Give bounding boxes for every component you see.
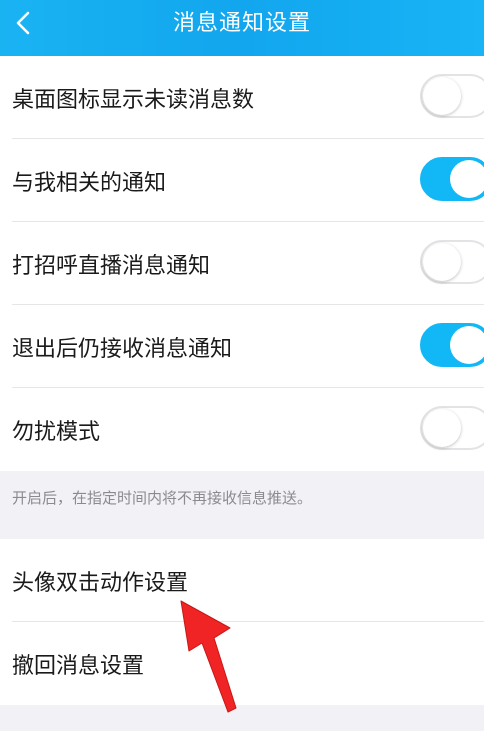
greeting-live-toggle[interactable] xyxy=(420,240,484,284)
setting-row-recall-message[interactable]: 撤回消息设置 xyxy=(0,622,484,705)
other-settings-group: 头像双击动作设置 撤回消息设置 xyxy=(0,539,484,705)
dnd-hint-text: 开启后，在指定时间内将不再接收信息推送。 xyxy=(12,489,313,507)
setting-row-do-not-disturb: 勿扰模式 xyxy=(0,388,484,471)
notification-settings-group: 桌面图标显示未读消息数 与我相关的通知 打招呼直播消息通知 退出后仍接收消息通知… xyxy=(0,56,484,471)
toggle-knob xyxy=(423,243,461,281)
top-bar: 消息通知设置 xyxy=(0,0,484,56)
setting-label: 打招呼直播消息通知 xyxy=(12,253,211,279)
setting-label: 桌面图标显示未读消息数 xyxy=(12,87,255,113)
toggle-knob xyxy=(450,326,484,364)
setting-row-greeting-live: 打招呼直播消息通知 xyxy=(0,222,484,305)
setting-row-avatar-double-tap[interactable]: 头像双击动作设置 xyxy=(0,539,484,622)
back-button[interactable] xyxy=(0,0,46,46)
setting-label: 勿扰模式 xyxy=(12,419,101,445)
setting-row-mentions: 与我相关的通知 xyxy=(0,139,484,222)
mentions-toggle[interactable] xyxy=(420,157,484,201)
toggle-knob xyxy=(450,160,484,198)
toggle-knob xyxy=(423,77,461,115)
setting-label: 头像双击动作设置 xyxy=(12,570,189,596)
do-not-disturb-toggle[interactable] xyxy=(420,406,484,450)
setting-label: 撤回消息设置 xyxy=(12,653,145,679)
setting-row-after-logout: 退出后仍接收消息通知 xyxy=(0,305,484,388)
setting-label: 与我相关的通知 xyxy=(12,170,167,196)
chevron-left-icon xyxy=(16,11,30,35)
page-title: 消息通知设置 xyxy=(172,11,311,36)
setting-row-unread-badge: 桌面图标显示未读消息数 xyxy=(0,56,484,139)
unread-badge-toggle[interactable] xyxy=(420,74,484,118)
setting-label: 退出后仍接收消息通知 xyxy=(12,336,233,362)
after-logout-toggle[interactable] xyxy=(420,323,484,367)
toggle-knob xyxy=(423,409,461,447)
